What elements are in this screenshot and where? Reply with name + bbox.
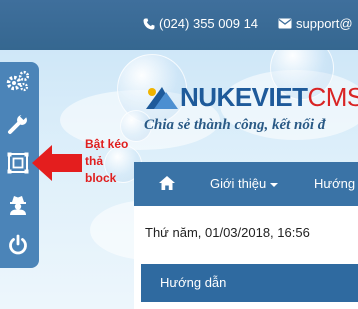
cogs-icon bbox=[6, 70, 30, 92]
user-secret-icon bbox=[10, 196, 26, 215]
tools-button[interactable] bbox=[6, 112, 30, 136]
home-icon[interactable] bbox=[158, 175, 176, 191]
phone-number: (024) 355 009 14 bbox=[159, 16, 259, 31]
site-slogan: Chia sẻ thành công, kết nối đ bbox=[144, 117, 326, 133]
email-contact[interactable]: support@ bbox=[278, 16, 353, 31]
nav-item-label: Giới thiệu bbox=[210, 176, 267, 191]
email-address: support@ bbox=[296, 16, 353, 31]
annotation-line: thả bbox=[85, 154, 103, 168]
block-drag-icon bbox=[7, 152, 29, 174]
phone-icon bbox=[143, 18, 155, 29]
admin-user-button[interactable] bbox=[6, 193, 30, 217]
caret-down-icon bbox=[270, 182, 279, 187]
phone-contact[interactable]: (024) 355 009 14 bbox=[143, 16, 258, 31]
power-icon bbox=[9, 234, 27, 255]
drag-block-toggle-button[interactable] bbox=[6, 151, 30, 175]
nav-item-huong-dan[interactable]: Hướng bbox=[314, 176, 355, 191]
site-logo[interactable]: NUKEVIETCMS bbox=[144, 82, 358, 113]
envelope-icon bbox=[278, 18, 292, 29]
nav-item-gioi-thieu[interactable]: Giới thiệu bbox=[210, 176, 279, 191]
annotation-line: block bbox=[85, 171, 117, 185]
annotation-line: Bật kéo bbox=[85, 137, 129, 151]
top-contact-bar: (024) 355 009 14 support@ bbox=[0, 0, 358, 50]
wrench-icon bbox=[8, 113, 28, 134]
block-title: Hướng dẫn bbox=[160, 275, 227, 290]
nukeviet-logo-icon bbox=[146, 86, 178, 109]
settings-tool-button[interactable] bbox=[6, 69, 30, 93]
main-navbar: Giới thiệu Hướng bbox=[134, 162, 358, 206]
logout-button[interactable] bbox=[6, 233, 30, 257]
nav-item-label: Hướng bbox=[314, 176, 356, 191]
logo-text: NUKEVIETCMS bbox=[180, 82, 358, 113]
logo-brand: NUKEVIET bbox=[180, 82, 308, 112]
block-header[interactable]: Hướng dẫn bbox=[141, 264, 358, 302]
annotation-note: Bật kéo thả block bbox=[85, 136, 135, 187]
current-date: Thứ năm, 01/03/2018, 16:56 bbox=[145, 225, 310, 240]
logo-suffix: CMS bbox=[307, 82, 358, 112]
annotation-arrow-icon bbox=[32, 145, 82, 181]
